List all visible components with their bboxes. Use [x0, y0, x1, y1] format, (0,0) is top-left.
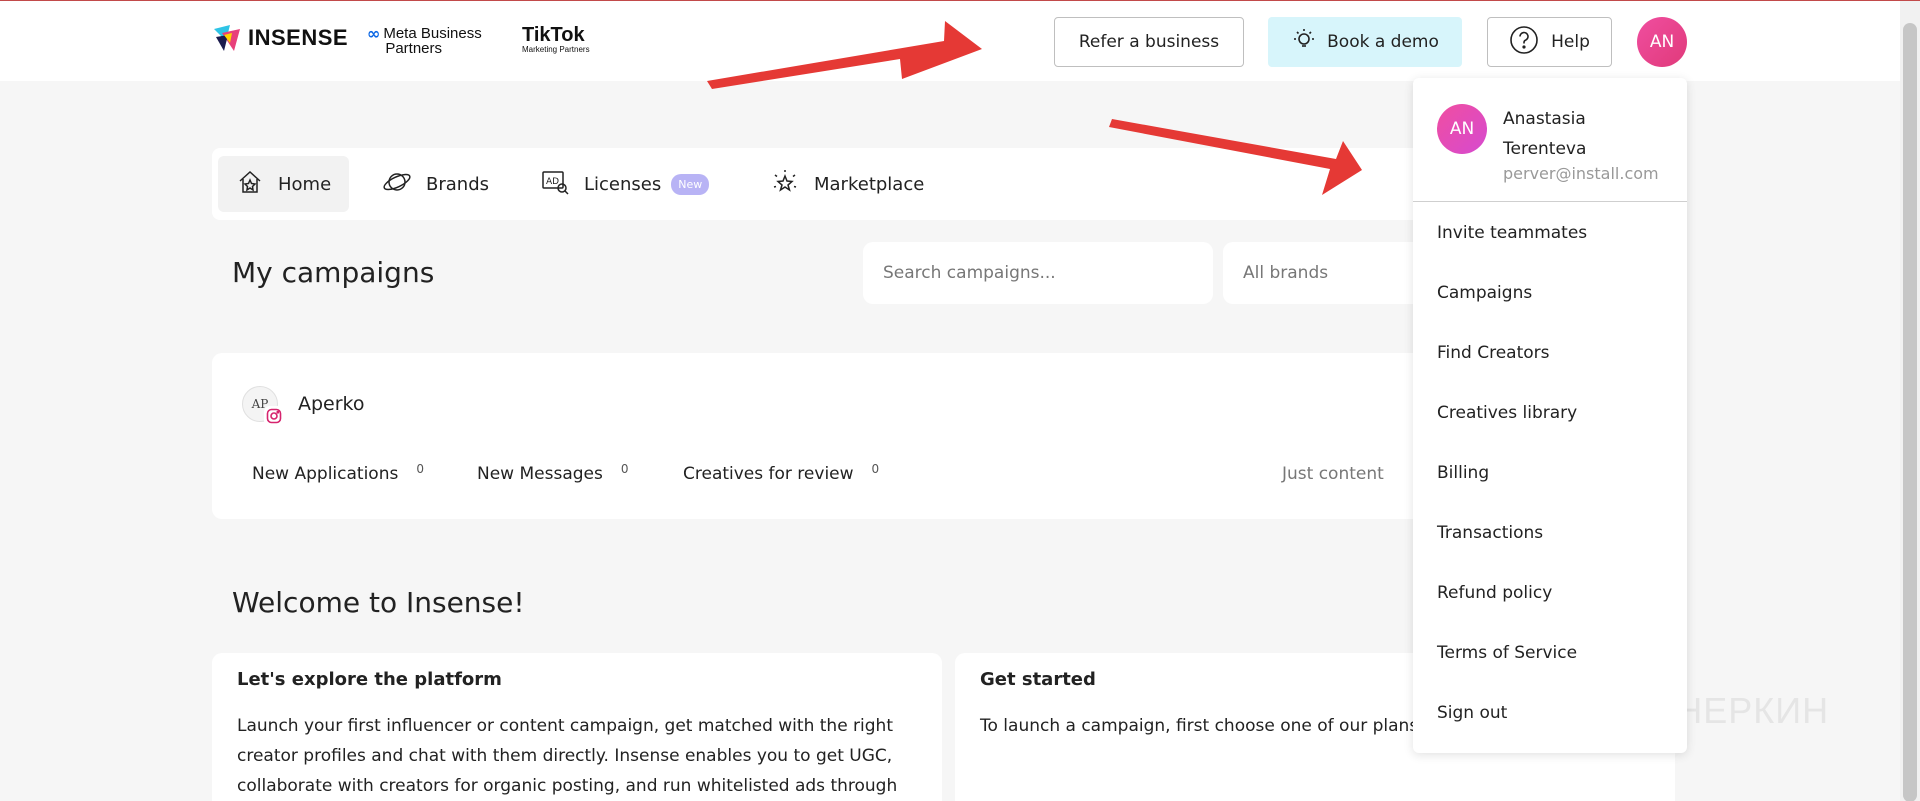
tiktok-partner-logo: TikTok Marketing Partners: [522, 25, 590, 54]
campaign-type-label: Just content: [1282, 464, 1384, 484]
nav-home-label: Home: [278, 173, 332, 195]
scrollbar-thumb[interactable]: [1903, 23, 1917, 801]
menu-item-creatives-library[interactable]: Creatives library: [1413, 393, 1687, 433]
new-badge: New: [671, 173, 710, 195]
planet-icon: [382, 168, 412, 201]
campaign-card[interactable]: AP Aperko New Applications 0 New Message…: [212, 353, 1452, 519]
user-email: perver@install.com: [1503, 164, 1659, 183]
insense-logo-icon: [212, 23, 242, 53]
tiktok-name: TikTok: [522, 24, 585, 46]
meta-partner-logo: ∞ Meta Business Partners: [367, 24, 482, 57]
scrollbar-track[interactable]: [1900, 1, 1920, 801]
refer-business-button[interactable]: Refer a business: [1054, 17, 1244, 67]
page-title: My campaigns: [232, 256, 435, 289]
book-demo-button[interactable]: Book a demo: [1268, 17, 1462, 67]
stat-count: 0: [620, 462, 629, 476]
stat-label: New Applications: [252, 464, 399, 484]
nav-home[interactable]: Home: [218, 156, 350, 212]
question-icon: [1509, 25, 1539, 60]
nav-licenses-label: Licenses: [584, 173, 662, 195]
user-menu-dropdown: AN Anastasia Terenteva perver@install.co…: [1413, 78, 1687, 753]
search-campaigns-input[interactable]: [863, 242, 1213, 304]
meta-partner-line1: Meta Business: [383, 25, 482, 42]
welcome-title: Welcome to Insense!: [232, 586, 525, 619]
svg-text:AD: AD: [546, 177, 559, 187]
stat-new-messages[interactable]: New Messages 0: [477, 462, 629, 484]
help-button[interactable]: Help: [1487, 17, 1612, 67]
nav-brands[interactable]: Brands: [364, 156, 507, 212]
help-label: Help: [1551, 32, 1590, 52]
lightbulb-icon: [1291, 27, 1317, 58]
nav-brands-label: Brands: [426, 173, 489, 195]
user-name: Anastasia Terenteva: [1503, 109, 1587, 159]
user-menu-header: AN Anastasia Terenteva perver@install.co…: [1413, 78, 1687, 202]
stat-label: Creatives for review: [683, 464, 854, 484]
stat-count: 0: [416, 462, 424, 476]
menu-item-refund-policy[interactable]: Refund policy: [1413, 573, 1687, 613]
menu-item-sign-out[interactable]: Sign out: [1413, 693, 1687, 733]
user-menu-avatar: AN: [1437, 104, 1487, 154]
get-started-heading: Get started: [980, 669, 1096, 690]
refer-business-label: Refer a business: [1078, 32, 1220, 52]
book-demo-label: Book a demo: [1327, 32, 1439, 52]
instagram-icon: [264, 406, 284, 426]
user-avatar-button[interactable]: AN: [1637, 17, 1687, 67]
meta-partner-line2: Partners: [385, 40, 443, 57]
logo-text: INSENSE: [248, 25, 349, 50]
main-nav: Home Brands AD Licenses New Marketplace: [212, 148, 1452, 220]
menu-item-transactions[interactable]: Transactions: [1413, 513, 1687, 553]
tiktok-sub: Marketing Partners: [522, 45, 590, 54]
explore-platform-panel: Let's explore the platform Launch your f…: [212, 653, 942, 801]
explore-heading: Let's explore the platform: [237, 669, 502, 690]
nav-licenses[interactable]: AD Licenses New: [522, 156, 727, 212]
sparkle-star-icon: [770, 168, 800, 201]
stat-count: 0: [871, 462, 880, 476]
meta-icon: ∞: [367, 24, 381, 43]
menu-item-billing[interactable]: Billing: [1413, 453, 1687, 493]
home-icon: [236, 168, 264, 201]
nav-marketplace-label: Marketplace: [814, 173, 925, 195]
explore-text: Launch your first influencer or content …: [237, 716, 898, 796]
brand-name[interactable]: Aperko: [298, 393, 365, 415]
ad-license-icon: AD: [540, 168, 570, 201]
menu-item-invite-teammates[interactable]: Invite teammates: [1413, 213, 1687, 253]
stat-label: New Messages: [477, 464, 603, 484]
stat-creatives-for-review[interactable]: Creatives for review 0: [683, 462, 880, 484]
nav-marketplace[interactable]: Marketplace: [752, 156, 942, 212]
stat-new-applications[interactable]: New Applications 0: [252, 462, 424, 484]
menu-item-campaigns[interactable]: Campaigns: [1413, 273, 1687, 313]
insense-logo[interactable]: INSENSE: [212, 23, 348, 53]
menu-item-terms-of-service[interactable]: Terms of Service: [1413, 633, 1687, 673]
menu-item-find-creators[interactable]: Find Creators: [1413, 333, 1687, 373]
